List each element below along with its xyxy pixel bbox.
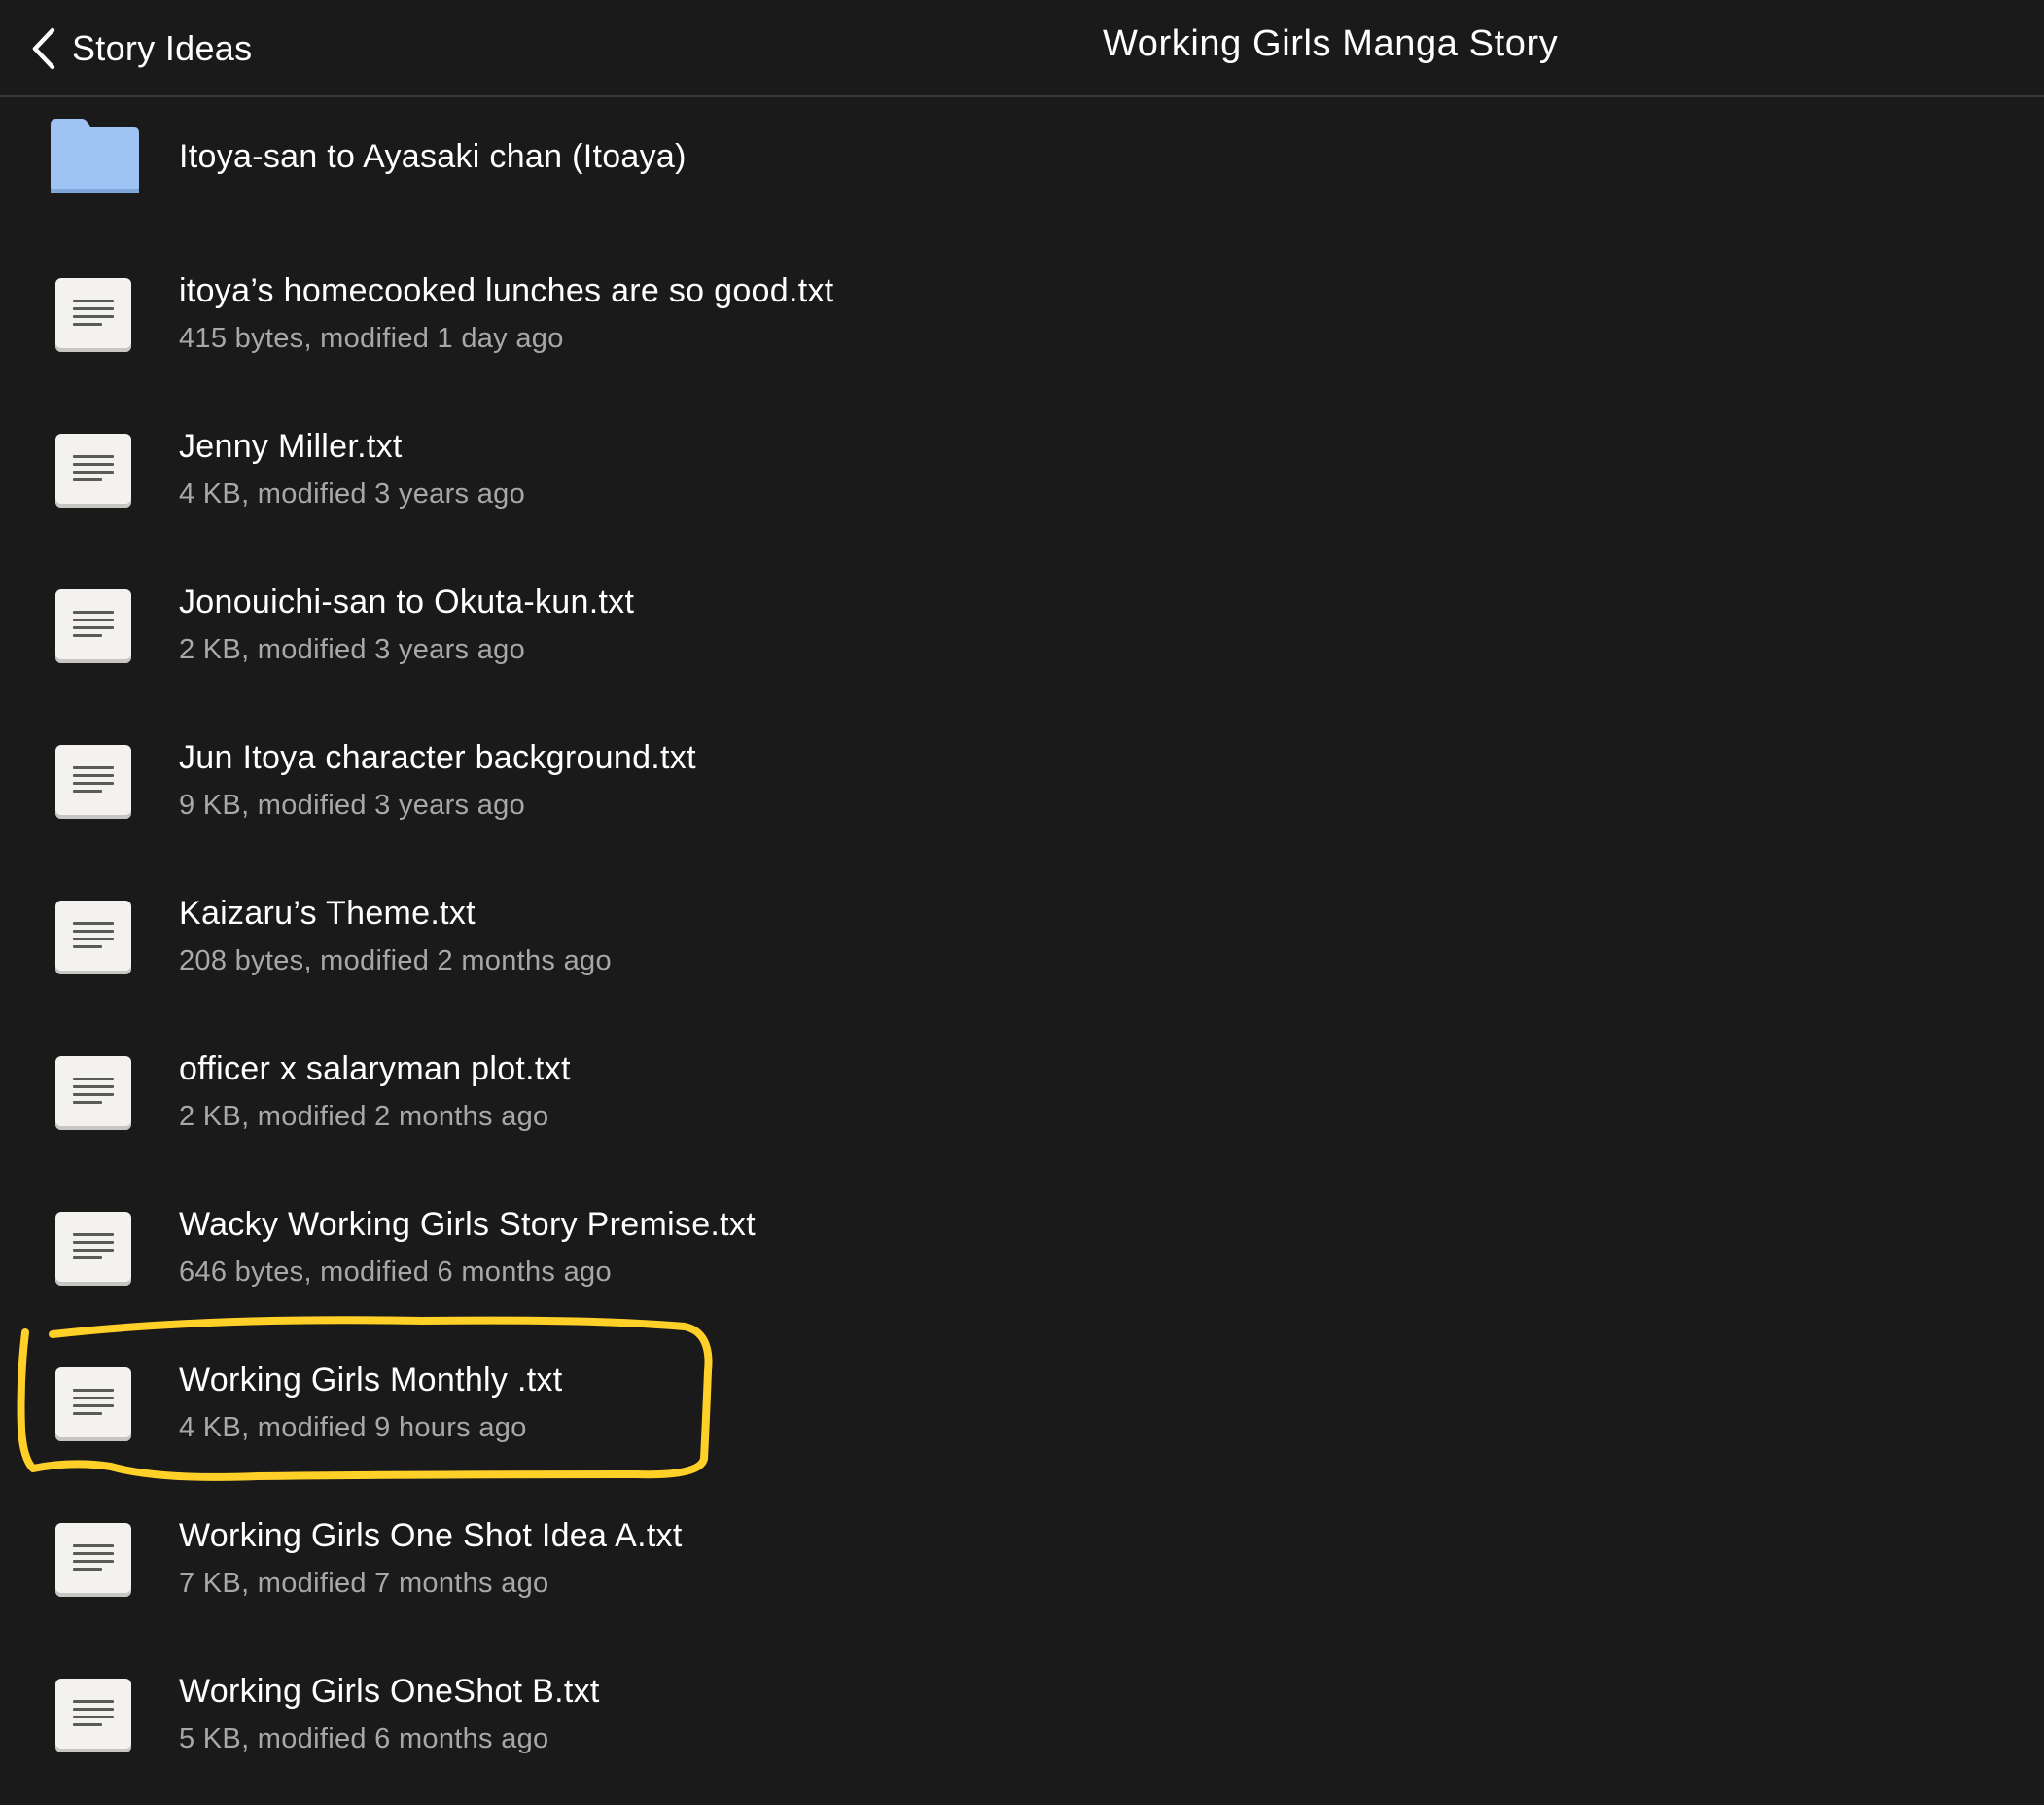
text-file-icon [55, 589, 131, 663]
page-title: Working Girls Manga Story [1103, 23, 1559, 64]
file-row[interactable]: Jonouichi-san to Okuta-kun.txt 2 KB, mod… [0, 564, 2044, 720]
text-file-icon [55, 434, 131, 508]
text-file-icon [55, 278, 131, 352]
file-row[interactable]: Working Girls One Shot Idea A.txt 7 KB, … [0, 1498, 2044, 1653]
text-file-icon [55, 1523, 131, 1597]
file-row[interactable]: Wacky Working Girls Story Premise.txt 64… [0, 1186, 2044, 1342]
back-button-label: Story Ideas [72, 28, 253, 68]
file-meta: 2 KB, modified 2 months ago [179, 1101, 549, 1132]
file-meta: 208 bytes, modified 2 months ago [179, 945, 612, 976]
file-browser-screen: Story Ideas Working Girls Manga Story It… [0, 0, 2044, 1805]
text-file-icon [55, 745, 131, 819]
chevron-left-icon [32, 27, 55, 70]
file-row-highlighted[interactable]: Working Girls Monthly .txt 4 KB, modifie… [0, 1342, 2044, 1498]
file-meta: 5 KB, modified 6 months ago [179, 1723, 549, 1754]
navigation-bar: Story Ideas Working Girls Manga Story [0, 0, 2044, 97]
text-file-icon [55, 1367, 131, 1441]
file-row[interactable]: itoya’s homecooked lunches are so good.t… [0, 253, 2044, 408]
file-row[interactable]: officer x salaryman plot.txt 2 KB, modif… [0, 1031, 2044, 1186]
text-file-icon [55, 1212, 131, 1286]
file-meta: 415 bytes, modified 1 day ago [179, 323, 564, 354]
file-row[interactable]: Jenny Miller.txt 4 KB, modified 3 years … [0, 408, 2044, 564]
file-meta: 646 bytes, modified 6 months ago [179, 1256, 612, 1288]
file-meta: 2 KB, modified 3 years ago [179, 634, 525, 665]
file-meta: 4 KB, modified 3 years ago [179, 478, 525, 510]
file-row[interactable]: Jun Itoya character background.txt 9 KB,… [0, 720, 2044, 875]
file-name: Working Girls Monthly .txt [179, 1362, 563, 1398]
folder-row[interactable]: Itoya-san to Ayasaki chan (Itoaya) [0, 97, 2044, 253]
back-button[interactable]: Story Ideas [29, 21, 252, 76]
file-name: Wacky Working Girls Story Premise.txt [179, 1206, 756, 1243]
file-name: Working Girls OneShot B.txt [179, 1673, 600, 1710]
file-name: itoya’s homecooked lunches are so good.t… [179, 272, 834, 309]
folder-icon [51, 119, 139, 193]
file-row[interactable]: Kaizaru’s Theme.txt 208 bytes, modified … [0, 875, 2044, 1031]
file-name: Jenny Miller.txt [179, 428, 403, 465]
text-file-icon [55, 901, 131, 974]
folder-name: Itoya-san to Ayasaki chan (Itoaya) [179, 138, 687, 175]
file-name: Jonouichi-san to Okuta-kun.txt [179, 584, 635, 620]
file-name: Working Girls One Shot Idea A.txt [179, 1517, 683, 1554]
text-file-icon [55, 1056, 131, 1130]
file-name: officer x salaryman plot.txt [179, 1050, 571, 1087]
file-row[interactable]: Working Girls OneShot B.txt 5 KB, modifi… [0, 1653, 2044, 1805]
file-meta: 4 KB, modified 9 hours ago [179, 1412, 527, 1443]
file-meta: 9 KB, modified 3 years ago [179, 790, 525, 821]
text-file-icon [55, 1679, 131, 1752]
file-name: Jun Itoya character background.txt [179, 739, 696, 776]
file-meta: 7 KB, modified 7 months ago [179, 1568, 549, 1599]
file-name: Kaizaru’s Theme.txt [179, 895, 476, 932]
